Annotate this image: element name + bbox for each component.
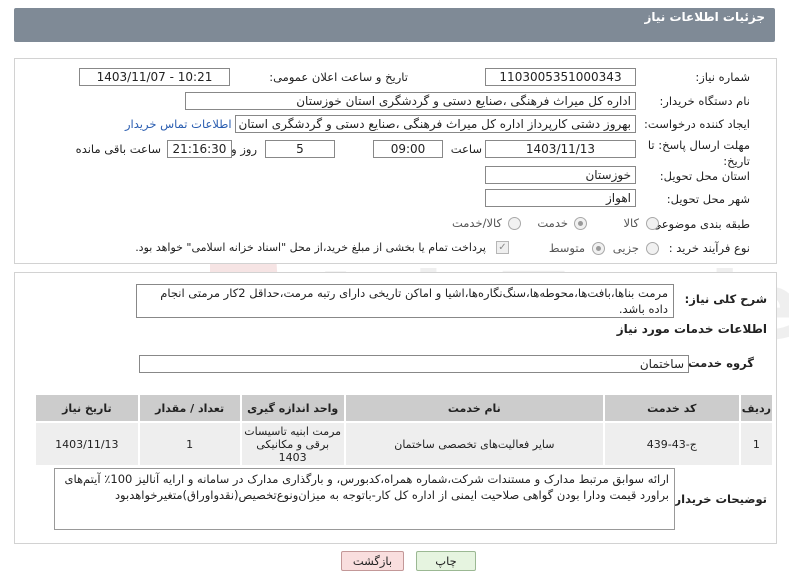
category-radio-service[interactable] xyxy=(574,217,587,230)
col-header-qty: تعداد / مقدار xyxy=(137,393,242,423)
print-button[interactable]: چاپ xyxy=(416,551,476,571)
buyer-notes-label: توضیحات خریدار: xyxy=(669,492,767,506)
announce-datetime-label: تاریخ و ساعت اعلان عمومی: xyxy=(269,70,408,84)
buyer-org-field: اداره کل میراث فرهنگی ،صنایع دستی و گردش… xyxy=(185,92,636,110)
back-button[interactable]: بازگشت xyxy=(341,551,404,571)
buyer-org-label: نام دستگاه خریدار: xyxy=(659,94,750,108)
process-radio-minor[interactable] xyxy=(646,242,659,255)
remaining-time-field: 21:16:30 xyxy=(167,140,232,158)
cell-qty: 1 xyxy=(137,421,242,467)
buyer-contact-link[interactable]: اطلاعات تماس خریدار xyxy=(125,117,232,131)
need-number-field: 1103005351000343 xyxy=(485,68,636,86)
col-header-date: تاریخ نیاز xyxy=(34,393,140,423)
city-label: شهر محل تحویل: xyxy=(666,192,750,206)
cell-date: 1403/11/13 xyxy=(34,421,140,467)
treasury-checkbox[interactable]: ✓ xyxy=(496,241,509,254)
col-header-service-name: نام خدمت xyxy=(343,393,605,423)
deadline-date-field: 1403/11/13 xyxy=(485,140,636,158)
remaining-days-field: 5 xyxy=(265,140,335,158)
category-option-service: خدمت xyxy=(537,216,568,230)
col-header-unit: واحد اندازه گیری xyxy=(239,393,346,423)
cell-unit: مرمت ابنیه تاسیسات برقی و مکانیکی 1403 xyxy=(239,421,346,467)
process-radio-medium[interactable] xyxy=(592,242,605,255)
process-option-medium: متوسط xyxy=(548,241,585,255)
services-title: اطلاعات خدمات مورد نیاز xyxy=(616,322,767,336)
buyer-notes-textarea: ارائه سوابق مرتبط مدارک و مستندات شرکت،ش… xyxy=(54,468,675,530)
category-option-goods-service: کالا/خدمت xyxy=(451,216,502,230)
province-field: خوزستان xyxy=(485,166,636,184)
summary-textarea: مرمت بناها،بافت‌ها،محوطه‌ها،سنگ‌نگاره‌ها… xyxy=(136,284,674,318)
col-header-row: ردیف xyxy=(738,393,775,423)
cell-service-name: سایر فعالیت‌های تخصصی ساختمان xyxy=(343,421,605,467)
city-field: اهواز xyxy=(485,189,636,207)
process-option-minor: جزیی xyxy=(612,241,639,255)
deadline-time-label: ساعت xyxy=(450,142,482,156)
need-number-label: شماره نیاز: xyxy=(695,70,750,84)
cell-row: 1 xyxy=(738,421,775,467)
col-header-service-code: کد خدمت xyxy=(602,393,741,423)
service-group-label: گروه خدمت: xyxy=(683,356,754,370)
remaining-days-label: روز و xyxy=(231,142,257,156)
province-label: استان محل تحویل: xyxy=(659,169,750,183)
summary-label: شرح کلی نیاز: xyxy=(684,292,767,306)
treasury-note: پرداخت تمام یا بخشی از مبلغ خرید،از محل … xyxy=(135,241,486,254)
page-title: جزئیات اطلاعات نیاز xyxy=(644,10,765,24)
category-radio-goods-service[interactable] xyxy=(508,217,521,230)
services-table: تاریخ نیاز تعداد / مقدار واحد اندازه گیر… xyxy=(34,393,775,467)
category-label: طبقه بندی موضوعی: xyxy=(648,217,750,231)
services-table-header: تاریخ نیاز تعداد / مقدار واحد اندازه گیر… xyxy=(34,393,775,423)
deadline-label: مهلت ارسال پاسخ: تا تاریخ: xyxy=(647,138,750,168)
deadline-time-field: 09:00 xyxy=(373,140,443,158)
service-group-field: ساختمان xyxy=(139,355,689,373)
cell-service-code: ج-43-439 xyxy=(602,421,741,467)
remaining-time-label: ساعت باقی مانده xyxy=(75,142,161,156)
purchase-process-label: نوع فرآیند خرید : xyxy=(668,241,750,255)
requester-field: بهروز دشتی کارپرداز اداره کل میراث فرهنگ… xyxy=(235,115,636,133)
category-radio-goods[interactable] xyxy=(646,217,659,230)
category-option-goods: کالا xyxy=(623,216,639,230)
requester-label: ایجاد کننده درخواست: xyxy=(644,117,750,131)
table-row: 1403/11/13 1 مرمت ابنیه تاسیسات برقی و م… xyxy=(34,421,775,467)
announce-datetime-field: 1403/11/07 - 10:21 xyxy=(79,68,230,86)
